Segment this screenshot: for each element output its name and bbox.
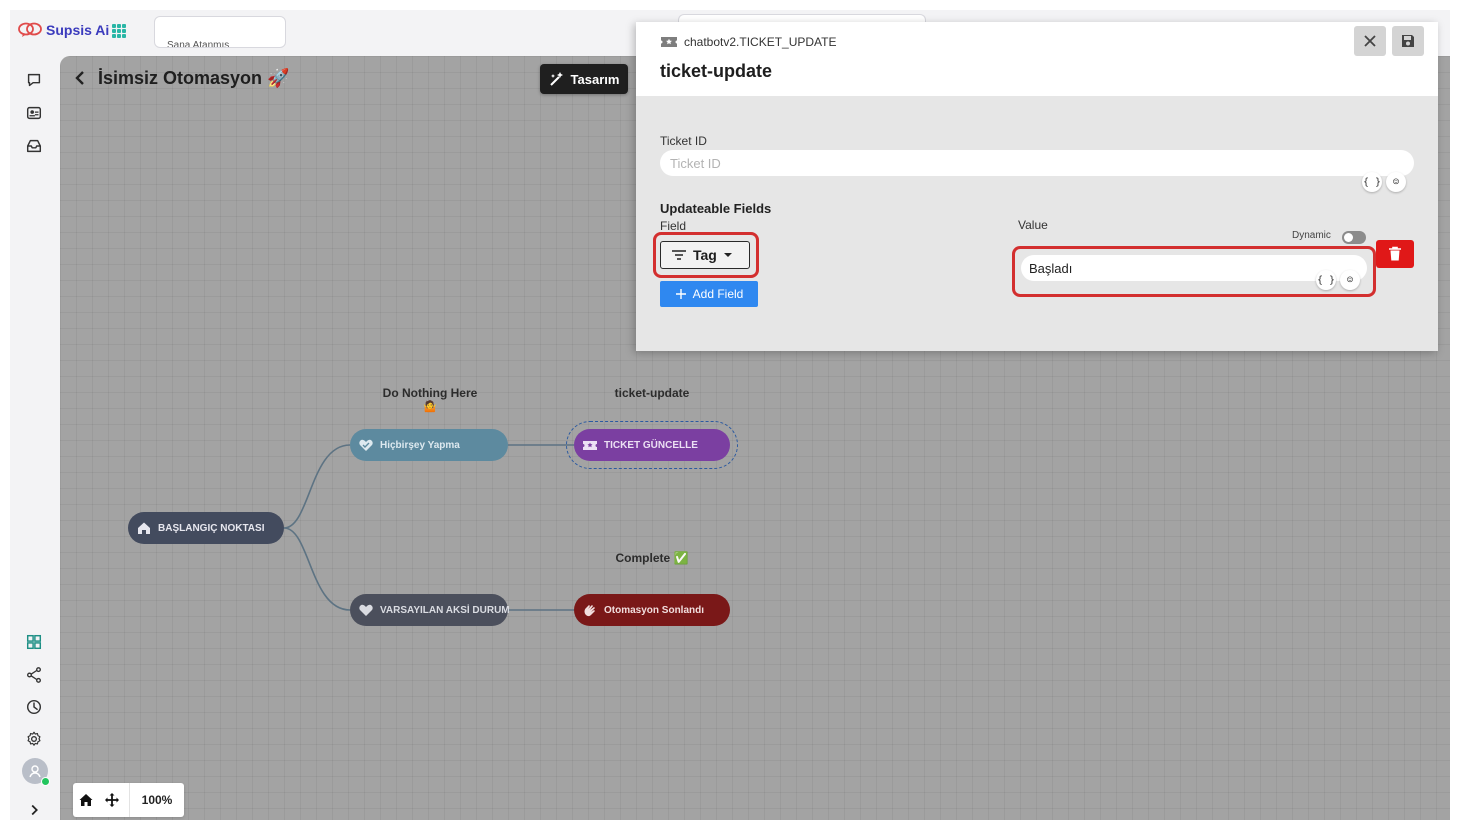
panel-subtitle: chatbotv2.TICKET_UPDATE <box>684 35 837 49</box>
node-settings-panel: chatbotv2.TICKET_UPDATE ticket-update Ti… <box>636 22 1438 351</box>
emoji-icon[interactable]: ☺ <box>1386 172 1406 192</box>
inbox-icon[interactable] <box>24 136 44 156</box>
logo[interactable]: Supsis Ai <box>18 22 109 38</box>
field-label: Field <box>660 219 687 233</box>
close-button[interactable] <box>1354 26 1386 56</box>
app-name: Supsis Ai <box>46 22 110 38</box>
dynamic-label: Dynamic <box>1292 230 1331 241</box>
node-automation-end-label: Otomasyon Sonlandı <box>604 604 705 616</box>
emoji-icon[interactable]: ☺ <box>1340 270 1360 290</box>
plus-icon <box>675 289 686 299</box>
node-do-nothing[interactable]: Hiçbirşey Yapma <box>350 429 508 461</box>
save-icon <box>1402 35 1414 47</box>
pan-arrows-icon[interactable] <box>99 783 125 817</box>
edge-start-fail <box>283 527 351 611</box>
gear-icon[interactable] <box>24 729 44 749</box>
node-start-label: BAŞLANGIÇ NOKTASI <box>158 522 265 534</box>
ticket-id-input[interactable] <box>660 150 1414 176</box>
field-select[interactable]: Tag <box>660 241 750 269</box>
node-start[interactable]: BAŞLANGIÇ NOKTASI <box>128 512 284 544</box>
node-automation-end[interactable]: Otomasyon Sonlandı <box>574 594 730 626</box>
clock-icon[interactable] <box>24 697 44 717</box>
waving-hand-icon <box>584 605 595 617</box>
dynamic-toggle[interactable] <box>1342 231 1366 244</box>
chevron-right-icon[interactable] <box>24 800 44 820</box>
node-label-do-nothing: Do Nothing Here 🤷 <box>382 386 478 413</box>
node-default-fail-label: VARSAYILAN AKSİ DURUM <box>380 604 510 616</box>
chat-bubble-icon[interactable] <box>24 70 44 90</box>
panel-header: chatbotv2.TICKET_UPDATE ticket-update <box>636 22 1438 96</box>
share-nodes-icon[interactable] <box>24 665 44 685</box>
app-frame: Supsis Ai Sana Atanmış İsimsiz Otomasyon… <box>10 10 1450 820</box>
value-input[interactable] <box>1021 255 1367 281</box>
logo-icon <box>18 22 42 38</box>
assignment-label: Sana Atanmış <box>167 40 230 48</box>
broken-heart-icon <box>359 604 373 616</box>
ticket-icon <box>661 37 677 47</box>
assignment-filter[interactable]: Sana Atanmış <box>154 16 286 48</box>
contact-card-icon[interactable] <box>24 103 44 123</box>
delete-field-button[interactable] <box>1376 240 1414 268</box>
node-ticket-update[interactable]: TICKET GÜNCELLE <box>574 429 730 461</box>
caret-down-icon <box>723 253 732 257</box>
variable-braces-icon[interactable]: { } <box>1362 172 1382 192</box>
node-default-fail[interactable]: VARSAYILAN AKSİ DURUM <box>350 594 510 626</box>
avatar[interactable] <box>22 758 50 786</box>
value-label: Value <box>1018 218 1048 232</box>
save-button[interactable] <box>1392 26 1424 56</box>
node-do-nothing-label: Hiçbirşey Yapma <box>380 439 460 451</box>
panel-title: ticket-update <box>660 61 773 81</box>
online-status-dot <box>41 777 50 786</box>
node-label-complete: Complete ✅ <box>615 551 689 565</box>
ticket-icon <box>583 441 597 450</box>
panel-subtitle-row: chatbotv2.TICKET_UPDATE <box>660 35 837 49</box>
updateable-fields-title: Updateable Fields <box>660 201 772 216</box>
ticket-id-label: Ticket ID <box>660 134 707 148</box>
add-field-label: Add Field <box>692 287 744 301</box>
node-ticket-update-label: TICKET GÜNCELLE <box>604 439 698 451</box>
zoom-level[interactable]: 100% <box>130 793 184 807</box>
zoom-controls: 100% <box>73 783 184 817</box>
close-icon <box>1364 35 1376 47</box>
dashboard-grid-icon[interactable] <box>24 632 44 652</box>
home-icon <box>138 522 150 534</box>
home-view-icon[interactable] <box>73 783 99 817</box>
trash-icon <box>1389 246 1401 261</box>
node-label-ticket-update: ticket-update <box>614 386 690 400</box>
user-icon <box>29 765 41 778</box>
handshake-heart-icon <box>359 439 373 451</box>
edge-start-nothing <box>283 444 351 529</box>
field-select-value: Tag <box>693 247 717 263</box>
variable-braces-icon[interactable]: { } <box>1316 270 1336 290</box>
filter-lines-icon <box>672 250 686 260</box>
add-field-button[interactable]: Add Field <box>660 281 758 307</box>
left-sidebar <box>10 56 60 820</box>
apps-grid-icon[interactable] <box>112 24 126 38</box>
